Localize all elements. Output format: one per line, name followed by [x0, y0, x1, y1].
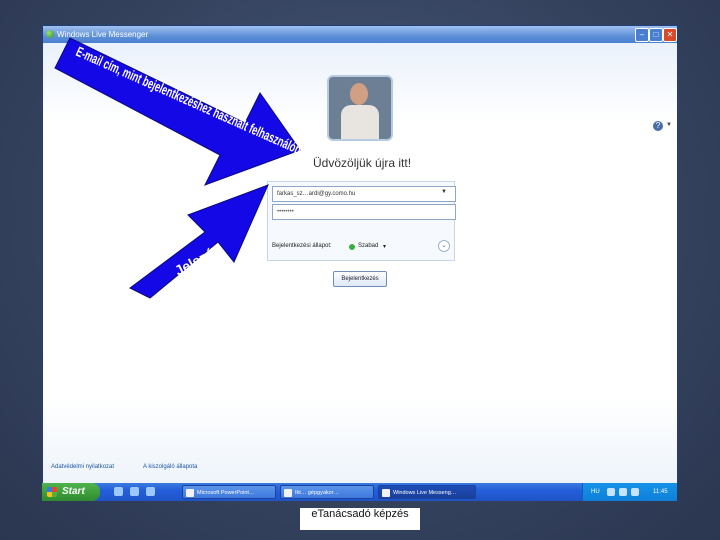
task-label: Ikt… gépgyakor…	[295, 490, 340, 496]
task-label: Microsoft PowerPoint…	[197, 490, 255, 496]
email-annotation-text: E-mail cím, mint bejelentkezéshez haszná…	[74, 43, 314, 161]
start-button[interactable]: Start	[42, 483, 100, 501]
language-indicator[interactable]: HU	[591, 483, 600, 501]
system-tray: HU 11:45	[582, 483, 677, 501]
clock: 11:45	[653, 489, 668, 495]
quicklaunch-ie-icon[interactable]	[114, 487, 123, 496]
annotation-arrows: E-mail cím, mint bejelentkezéshez haszná…	[54, 37, 314, 299]
quicklaunch-messenger-icon[interactable]	[146, 487, 155, 496]
quicklaunch-desktop-icon[interactable]	[130, 487, 139, 496]
taskbar: Start Microsoft PowerPoint… Ikt… gépgyak…	[42, 483, 677, 501]
start-label: Start	[62, 486, 85, 497]
folder-icon	[284, 489, 292, 497]
taskbar-item-messenger[interactable]: Windows Live Messeng…	[378, 485, 476, 499]
slide-caption: eTanácsadó képzés	[311, 508, 409, 520]
password-annotation-arrow	[129, 184, 269, 299]
tray-volume-icon[interactable]	[619, 488, 627, 496]
tray-network-icon[interactable]	[607, 488, 615, 496]
taskbar-item-explorer[interactable]: Ikt… gépgyakor…	[280, 485, 374, 499]
powerpoint-icon	[186, 489, 194, 497]
task-label: Windows Live Messeng…	[393, 490, 457, 496]
tray-messenger-icon[interactable]	[631, 488, 639, 496]
taskbar-item-powerpoint[interactable]: Microsoft PowerPoint…	[182, 485, 276, 499]
windows-logo-icon	[47, 487, 57, 497]
messenger-task-icon	[382, 489, 390, 497]
